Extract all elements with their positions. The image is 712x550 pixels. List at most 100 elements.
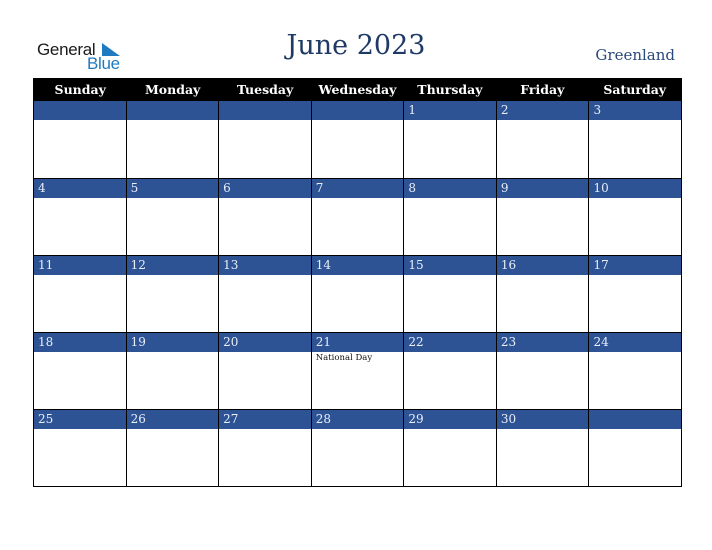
date-number: 24	[589, 333, 682, 352]
day-cell[interactable]: 16	[495, 256, 589, 332]
date-number: 8	[404, 179, 496, 198]
date-number: 4	[34, 179, 126, 198]
date-number: 26	[126, 410, 219, 429]
day-cell[interactable]: 22	[403, 333, 496, 409]
event-label	[404, 120, 496, 121]
month-year: June 2023	[286, 30, 426, 61]
day-cell[interactable]	[310, 101, 404, 178]
event-label	[219, 198, 311, 199]
event-label	[404, 275, 496, 276]
day-cell[interactable]: 11	[34, 256, 126, 332]
event-label	[34, 198, 126, 199]
event-label	[589, 352, 681, 353]
day-cell[interactable]: 14	[310, 256, 404, 332]
event-label	[219, 120, 311, 121]
weekday-header-row: Sunday Monday Tuesday Wednesday Thursday Frid…	[34, 78, 681, 101]
day-cell[interactable]: 4	[34, 179, 126, 255]
country-label: Greenland	[595, 46, 675, 64]
week-row: 123	[34, 101, 682, 178]
date-number: 21	[311, 333, 404, 352]
event-label	[312, 120, 404, 121]
day-cell[interactable]: 18	[34, 333, 126, 409]
event-label	[127, 429, 219, 430]
event-label	[127, 198, 219, 199]
day-cell[interactable]	[588, 410, 682, 486]
day-cell[interactable]: 24	[588, 333, 682, 409]
date-number: 1	[404, 101, 496, 120]
event-label	[404, 198, 496, 199]
day-cell[interactable]: 13	[218, 256, 311, 332]
date-number: 29	[404, 410, 496, 429]
date-number: 16	[496, 256, 589, 275]
day-cell[interactable]: 6	[218, 179, 311, 255]
day-cell[interactable]: 10	[588, 179, 682, 255]
day-cell[interactable]: 26	[125, 410, 219, 486]
event-label	[34, 352, 126, 353]
week-row: 25 26 27 28 29 30	[34, 409, 682, 486]
date-number	[126, 101, 219, 120]
day-cell[interactable]	[125, 101, 219, 178]
date-number: 18	[34, 333, 126, 352]
date-number: 30	[496, 410, 589, 429]
day-cell[interactable]: 1	[403, 101, 496, 178]
date-number: 17	[589, 256, 682, 275]
event-label	[497, 198, 589, 199]
day-cell[interactable]: 23	[495, 333, 589, 409]
day-cell[interactable]: 29	[403, 410, 496, 486]
event-label	[589, 429, 681, 430]
date-number: 28	[311, 410, 404, 429]
weekday-sunday: Sunday	[54, 82, 106, 97]
date-number: 22	[404, 333, 496, 352]
day-cell[interactable]: 27	[218, 410, 311, 486]
event-label	[127, 352, 219, 353]
day-cell[interactable]: 5	[125, 179, 219, 255]
day-cell[interactable]: 7	[310, 179, 404, 255]
date-number: 10	[589, 179, 682, 198]
weekday-friday: Friday	[520, 82, 565, 97]
event-label	[127, 275, 219, 276]
event-label	[219, 429, 311, 430]
event-label	[219, 352, 311, 353]
weekday-monday: Monday	[144, 82, 201, 97]
day-cell[interactable]: 30	[495, 410, 589, 486]
day-cell[interactable]	[218, 101, 311, 178]
day-cell[interactable]: 17	[588, 256, 682, 332]
event-label	[219, 275, 311, 276]
event-label	[312, 198, 404, 199]
day-cell[interactable]: 15	[403, 256, 496, 332]
date-number: 23	[496, 333, 589, 352]
date-number	[311, 101, 404, 120]
weekday-thursday: Thursday	[417, 82, 483, 97]
day-cell[interactable]: 25	[34, 410, 126, 486]
date-number	[589, 410, 682, 429]
day-cell[interactable]: 20	[218, 333, 311, 409]
day-cell[interactable]: 21 National Day	[310, 333, 404, 409]
event-label	[497, 352, 589, 353]
date-number: 12	[126, 256, 219, 275]
event-label	[404, 352, 496, 353]
event-label	[497, 275, 589, 276]
event-label	[497, 429, 589, 430]
date-number: 11	[34, 256, 126, 275]
day-cell[interactable]	[34, 101, 126, 178]
day-cell[interactable]: 19	[125, 333, 219, 409]
day-cell[interactable]: 28	[310, 410, 404, 486]
event-label	[404, 429, 496, 430]
day-cell[interactable]: 3	[588, 101, 682, 178]
date-number: 7	[311, 179, 404, 198]
weekday-tuesday: Tuesday	[236, 82, 294, 97]
event-label	[127, 120, 219, 121]
week-row: 4 5 6 7 8 9 10	[34, 178, 682, 255]
day-cell[interactable]: 12	[125, 256, 219, 332]
day-cell[interactable]: 9	[495, 179, 589, 255]
event-label	[589, 198, 681, 199]
day-cell[interactable]: 2	[495, 101, 589, 178]
calendar-grid: Sunday Monday Tuesday Wednesday Thursday Frid…	[33, 78, 682, 487]
event-label	[34, 429, 126, 430]
day-cell[interactable]: 8	[403, 179, 496, 255]
date-number: 3	[589, 101, 682, 120]
event-label	[497, 120, 589, 121]
event-label	[312, 275, 404, 276]
event-label	[589, 275, 681, 276]
event-label	[34, 120, 126, 121]
